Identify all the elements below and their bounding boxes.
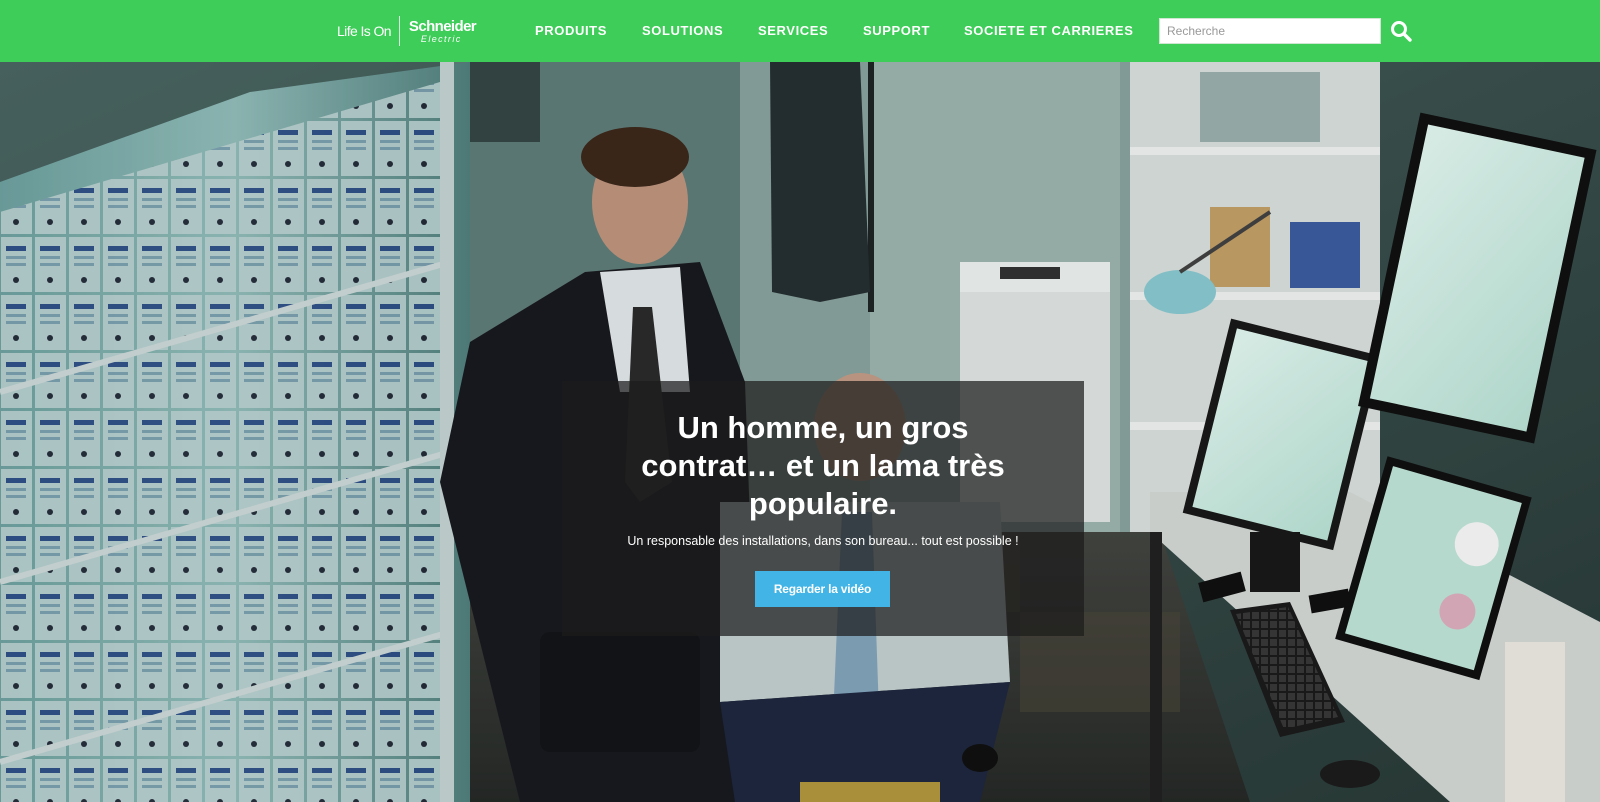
- search-input[interactable]: [1159, 18, 1381, 44]
- logo-brand-subname: Electric: [420, 33, 462, 44]
- search-icon: [1391, 21, 1412, 42]
- logo-divider: [398, 16, 400, 46]
- nav-item-societe-et-carrieres[interactable]: SOCIETE ET CARRIERES: [964, 23, 1133, 38]
- top-navigation-bar: Life Is On Schneider Electric PRODUITS S…: [0, 0, 1600, 62]
- hero-banner: Un homme, un gros contrat… et un lama tr…: [0, 62, 1600, 802]
- logo-brand: Schneider Electric: [408, 17, 477, 44]
- hero-headline: Un homme, un gros contrat… et un lama tr…: [641, 410, 1005, 521]
- nav-item-solutions[interactable]: SOLUTIONS: [642, 23, 723, 38]
- nav-item-services[interactable]: SERVICES: [758, 23, 828, 38]
- hero-caption-panel: Un homme, un gros contrat… et un lama tr…: [562, 381, 1084, 636]
- hero-subline: Un responsable des installations, dans s…: [627, 534, 1019, 548]
- schneider-electric-logo[interactable]: Life Is On Schneider Electric: [337, 16, 477, 46]
- watch-video-button[interactable]: Regarder la vidéo: [755, 571, 890, 607]
- search-button[interactable]: [1389, 19, 1413, 43]
- logo-tagline: Life Is On: [337, 23, 392, 39]
- logo-brand-name: Schneider: [408, 17, 477, 35]
- nav-item-produits[interactable]: PRODUITS: [535, 23, 607, 38]
- nav-item-support[interactable]: SUPPORT: [863, 23, 930, 38]
